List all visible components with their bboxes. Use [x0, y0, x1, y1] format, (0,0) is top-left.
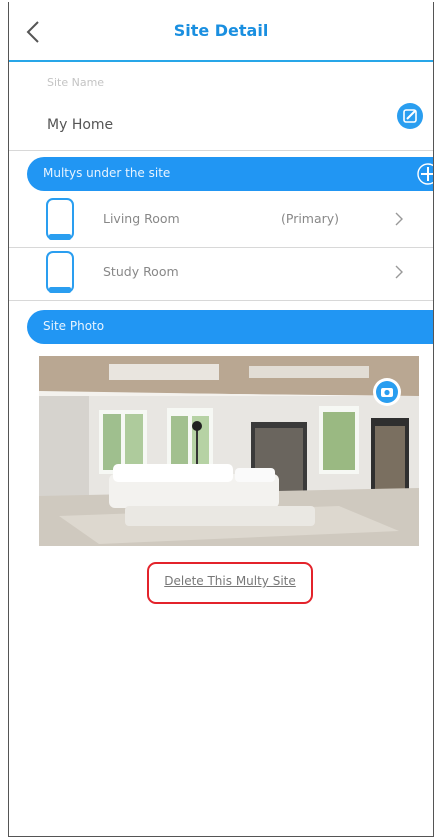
- divider: [9, 150, 433, 151]
- site-name-label: Site Name: [47, 76, 105, 89]
- device-name: Study Room: [103, 264, 179, 279]
- divider: [9, 300, 433, 301]
- delete-highlight-box: Delete This Multy Site: [147, 562, 313, 604]
- site-photo-section-header: Site Photo: [27, 310, 433, 344]
- page-title: Site Detail: [173, 21, 269, 40]
- chevron-right-icon: [395, 265, 403, 279]
- site-name-value: My Home: [47, 117, 114, 133]
- site-photo-section-label: Site Photo: [43, 319, 105, 333]
- chevron-right-icon: [395, 212, 403, 226]
- camera-icon[interactable]: [373, 378, 401, 406]
- multys-section-label: Multys under the site: [43, 166, 171, 180]
- add-icon[interactable]: [417, 163, 434, 185]
- site-photo[interactable]: [39, 356, 419, 546]
- multy-device-icon: [46, 251, 74, 293]
- edit-icon[interactable]: [397, 103, 423, 129]
- device-row-living-room[interactable]: Living Room (Primary): [9, 195, 433, 245]
- delete-site-link[interactable]: Delete This Multy Site: [149, 574, 311, 588]
- multy-device-icon: [46, 198, 74, 240]
- device-row-study-room[interactable]: Study Room: [9, 248, 433, 298]
- device-name: Living Room: [103, 211, 180, 226]
- app-screen: Site Detail Site Name My Home Multys und…: [8, 2, 434, 837]
- multys-section-header: Multys under the site: [27, 157, 434, 191]
- device-role-badge: (Primary): [281, 211, 340, 226]
- header-bar: Site Detail: [9, 2, 433, 62]
